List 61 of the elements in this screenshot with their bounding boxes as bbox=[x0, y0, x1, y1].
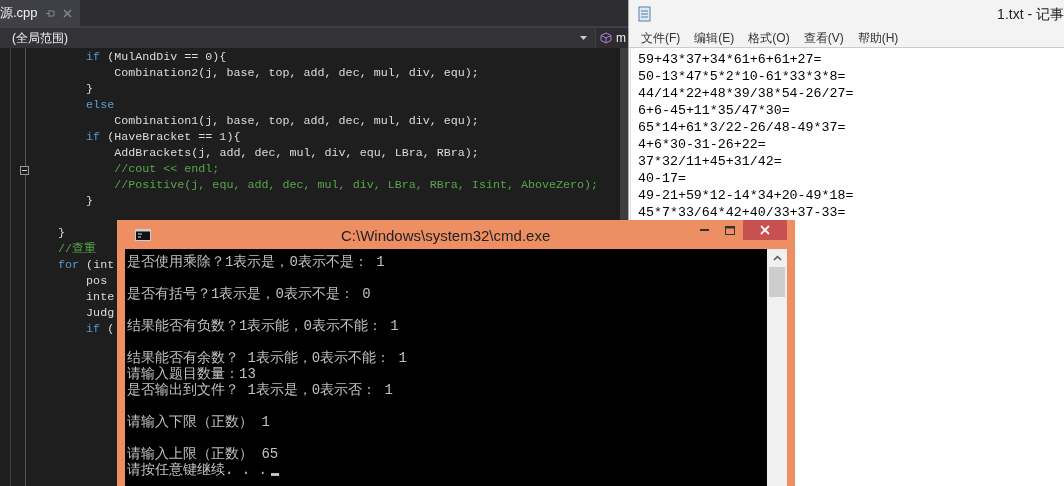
maximize-icon bbox=[725, 225, 735, 235]
member-dropdown[interactable]: m bbox=[596, 28, 626, 48]
scope-dropdown[interactable]: (全局范围) bbox=[0, 28, 596, 48]
scrollbar[interactable] bbox=[620, 48, 628, 220]
code-line: } bbox=[58, 225, 66, 243]
code-line: Judg bbox=[86, 305, 115, 323]
menu-item[interactable]: 帮助(H) bbox=[857, 28, 899, 47]
scroll-up-icon[interactable] bbox=[772, 255, 782, 261]
console-line: 结果能否有余数？ 1表示能，0表示不能： 1 bbox=[127, 350, 407, 366]
minimize-icon bbox=[699, 229, 709, 231]
console-line: 请输入题目数量：13 bbox=[127, 366, 256, 382]
console-line: 是否有括号？1表示是，0表示不是： 0 bbox=[127, 286, 371, 302]
code-line: } bbox=[86, 81, 94, 99]
menu-item[interactable]: 查看(V) bbox=[803, 28, 844, 47]
code-line: for (int bbox=[58, 257, 115, 275]
code-line: //查重 bbox=[58, 241, 97, 259]
console-line: 结果能否有负数？1表示能，0表示不能： 1 bbox=[127, 318, 399, 334]
text-line: 49-21+59*12-14*34+20-49*18= bbox=[638, 187, 855, 204]
console-line: 是否使用乘除？1表示是，0表示不是： 1 bbox=[127, 254, 385, 270]
menu-item[interactable]: 格式(O) bbox=[748, 28, 790, 47]
text-line: 6+6-45+11*35/47*30= bbox=[638, 102, 791, 119]
console-line: 是否输出到文件？ 1表示是，0表示否： 1 bbox=[127, 382, 393, 398]
notepad-icon bbox=[637, 6, 653, 22]
code-line: } bbox=[86, 193, 94, 211]
code-line: Combination1(j, base, top, add, dec, mul, div, equ); bbox=[114, 113, 479, 131]
text-line: 65*14+61*3/22-26/48-49*37= bbox=[638, 119, 847, 136]
console-line: 请输入下限（正数） 1 bbox=[127, 414, 270, 430]
scrollbar-thumb[interactable] bbox=[769, 267, 785, 297]
menu-item[interactable]: 文件(F) bbox=[641, 28, 681, 47]
cube-icon bbox=[600, 32, 612, 44]
code-line: pos bbox=[86, 273, 108, 291]
close-icon bbox=[760, 225, 770, 235]
editor-tab[interactable]: 源.cpp bbox=[0, 0, 80, 26]
close-icon[interactable] bbox=[62, 8, 72, 18]
text-line: 4+6*30-31-26+22= bbox=[638, 136, 767, 153]
code-line: AddBrackets(j, add, dec, mul, div, equ, LBra, RBra); bbox=[114, 145, 479, 163]
close-button[interactable] bbox=[743, 220, 787, 240]
console-line: 请按任意键继续. . . bbox=[127, 462, 267, 478]
console-icon bbox=[135, 228, 151, 241]
console-line: 请输入上限（正数） 65 bbox=[127, 446, 279, 462]
text-line: 45*7*33/64*42+40/33+37-33= bbox=[638, 204, 847, 221]
code-line: //cout << endl; bbox=[114, 161, 220, 179]
code-line: //Positive(j, equ, add, dec, mul, div, LBra, RBra, Isint, AboveZero); bbox=[114, 177, 599, 195]
menu-item[interactable]: 编辑(E) bbox=[694, 28, 735, 47]
code-line: Combination2(j, base, top, add, dec, mul, div, equ); bbox=[114, 65, 479, 83]
code-line: if ( bbox=[86, 321, 115, 339]
collapse-icon[interactable] bbox=[20, 166, 29, 175]
code-line: else bbox=[86, 97, 115, 115]
code-line: inte bbox=[86, 289, 115, 307]
text-line: 50-13*47*5*2*10-61*33*3*8= bbox=[638, 68, 847, 85]
text-line: 59+43*37+34*61+6+61+27= bbox=[638, 51, 823, 68]
text-cursor bbox=[271, 473, 279, 476]
window-title: C:\Windows\system32\cmd.exe bbox=[341, 226, 551, 246]
text-line: 37*32/11+45+31/42= bbox=[638, 153, 783, 170]
code-line: if (HaveBracket == 1){ bbox=[86, 129, 241, 147]
text-line: 40-17= bbox=[638, 170, 687, 187]
caret-icon bbox=[580, 36, 587, 40]
pin-icon[interactable] bbox=[45, 8, 55, 18]
text-line: 44/14*22+48*39/38*54-26/27= bbox=[638, 85, 855, 102]
window-title: 1.txt - 记事 bbox=[997, 4, 1064, 24]
code-line: if (MulAndDiv == 0){ bbox=[86, 49, 227, 67]
